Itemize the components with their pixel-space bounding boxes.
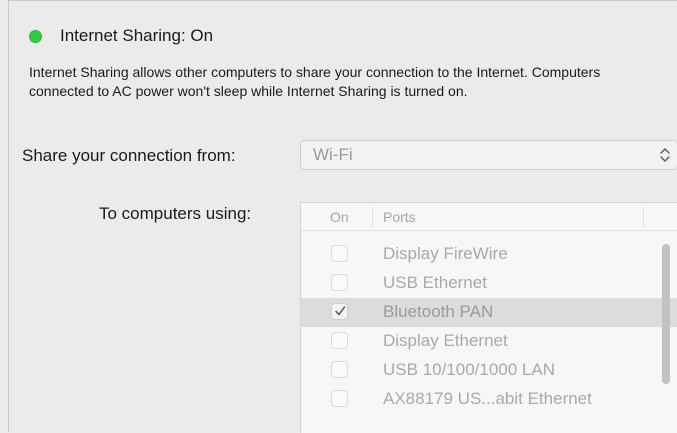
port-row[interactable]: USB Ethernet — [301, 269, 677, 298]
column-divider — [643, 207, 644, 227]
port-row[interactable]: Display Ethernet — [301, 327, 677, 356]
port-name: AX88179 US...abit Ethernet — [383, 389, 592, 408]
share-from-select[interactable]: Wi-Fi — [300, 140, 677, 170]
share-from-label: Share your connection from: — [22, 146, 236, 165]
port-name: Display FireWire — [383, 244, 508, 263]
port-row[interactable]: Display FireWire — [301, 240, 677, 269]
column-header-ports[interactable]: Ports — [383, 209, 416, 225]
column-divider — [372, 207, 373, 227]
port-checkbox[interactable] — [331, 303, 348, 320]
to-computers-label: To computers using: — [99, 204, 252, 223]
port-row[interactable]: USB 10/100/1000 LAN — [301, 356, 677, 385]
status-indicator-icon — [29, 29, 42, 43]
port-checkbox[interactable] — [331, 274, 348, 291]
port-name: USB Ethernet — [383, 273, 487, 292]
column-header-on[interactable]: On — [330, 209, 349, 225]
share-from-row: Share your connection from: — [22, 142, 236, 170]
ports-list: Display FireWire USB Ethernet Bluetooth PA… — [301, 240, 677, 414]
port-name: Bluetooth PAN — [383, 302, 494, 321]
port-name: Display Ethernet — [383, 331, 508, 350]
port-checkbox[interactable] — [331, 361, 348, 378]
up-down-chevron-icon — [660, 148, 670, 162]
internet-sharing-panel: Internet Sharing: On Internet Sharing al… — [8, 0, 677, 433]
port-checkbox[interactable] — [331, 332, 348, 349]
table-header: On Ports — [301, 203, 677, 231]
sharing-description: Internet Sharing allows other computers … — [29, 64, 601, 99]
status-text: Internet Sharing: On — [60, 26, 214, 45]
checkmark-icon — [335, 306, 346, 316]
status-row: Internet Sharing: On — [29, 25, 213, 47]
port-name: USB 10/100/1000 LAN — [383, 360, 556, 379]
port-row[interactable]: Bluetooth PAN — [301, 298, 677, 327]
scrollbar-thumb[interactable] — [662, 244, 670, 384]
port-checkbox[interactable] — [331, 245, 348, 262]
port-checkbox[interactable] — [331, 390, 348, 407]
port-row[interactable]: AX88179 US...abit Ethernet — [301, 385, 677, 414]
ports-table: On Ports Display FireWire USB Ethernet Blu… — [300, 202, 677, 433]
share-from-value: Wi-Fi — [313, 145, 353, 164]
